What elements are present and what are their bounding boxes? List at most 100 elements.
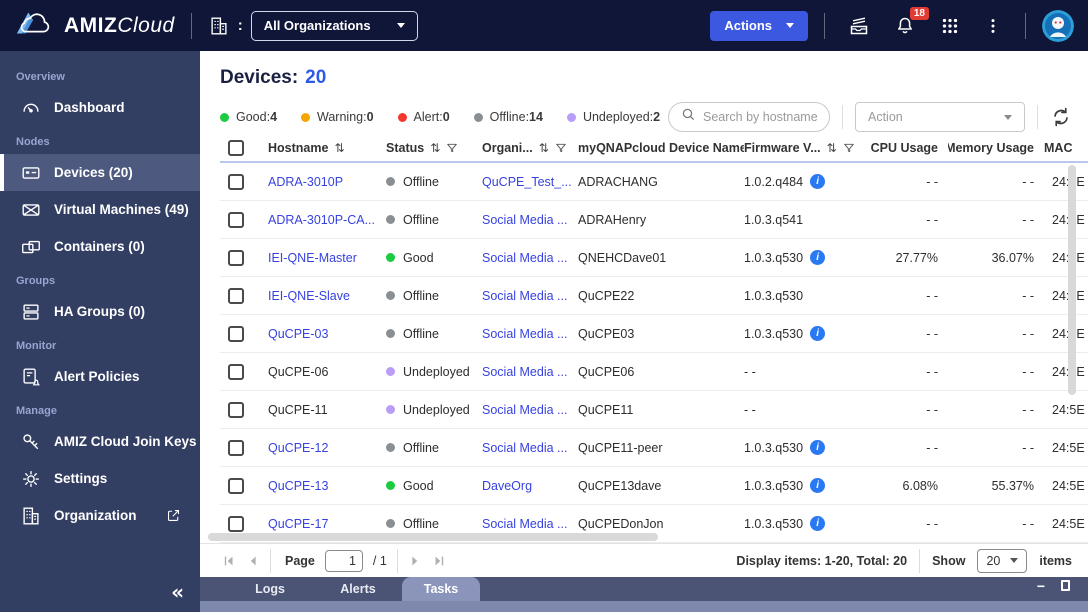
row-checkbox[interactable] [228,249,244,266]
organization-cell[interactable]: Social Media ... [482,441,578,455]
notifications-bell-icon[interactable]: 18 [893,6,929,38]
hostname-cell[interactable]: QuCPE-03 [268,327,386,341]
status-label: Undeployed [403,402,470,417]
info-icon[interactable]: i [810,250,826,265]
info-icon[interactable]: i [810,326,826,341]
sidebar-item-label: Devices (20) [54,165,133,180]
status-dot-good [220,112,229,122]
organization-cell[interactable]: Social Media ... [482,251,578,265]
sidebar-section-label-monitor: Monitor [16,340,57,352]
myqnapcloud-name-cell: QuCPE06 [578,364,635,379]
select-all-checkbox[interactable] [228,140,244,156]
actions-button[interactable]: Actions [710,10,808,41]
cpu-usage-cell: - - [926,326,938,341]
sidebar-item-label: Alert Policies [54,369,140,384]
vertical-scrollbar[interactable] [1068,165,1076,395]
tab-logs[interactable]: Logs [226,577,314,601]
refresh-icon[interactable] [1050,106,1072,128]
organization-cell[interactable]: Social Media ... [482,289,578,303]
row-checkbox[interactable] [228,173,244,190]
hostname-cell[interactable]: QuCPE-12 [268,441,386,455]
filter-icon[interactable] [555,142,567,154]
row-checkbox[interactable] [228,439,244,456]
info-icon[interactable]: i [810,174,826,189]
status-dot-offline [386,329,395,338]
action-dropdown[interactable]: Action [855,102,1025,132]
info-icon[interactable]: i [810,440,826,455]
organization-cell[interactable]: DaveOrg [482,479,578,493]
filter-icon[interactable] [446,142,458,154]
task-queue-icon[interactable] [847,14,871,38]
info-icon[interactable]: i [810,478,826,493]
page-size-selector[interactable]: 20 [977,548,1028,573]
firmware-version: 1.0.3.q530 [744,440,804,455]
organization-icon [208,15,230,37]
hostname-cell[interactable]: QuCPE-13 [268,479,386,493]
filter-icon[interactable] [843,142,855,154]
sidebar-item-organization[interactable]: Organization [0,497,200,534]
last-page-icon[interactable] [432,554,446,568]
alert-policies-icon [20,366,42,388]
row-checkbox[interactable] [228,363,244,380]
hostname-cell[interactable]: ADRA-3010P-CA... [268,213,386,227]
row-checkbox[interactable] [228,325,244,342]
sort-icon[interactable]: ⇅ [539,141,549,155]
app-grid-icon[interactable] [939,15,961,37]
hostname-cell[interactable]: QuCPE-17 [268,517,386,531]
toolbar-divider [1037,105,1038,129]
sort-icon[interactable]: ⇅ [430,141,440,155]
user-avatar[interactable] [1042,9,1074,42]
sidebar-item-ha-groups-0[interactable]: HA Groups (0) [0,293,200,330]
cpu-usage-cell: - - [926,440,938,455]
panel-maximize-icon[interactable] [1061,580,1070,591]
sidebar-item-containers-0[interactable]: Containers (0) [0,228,200,265]
organization-cell[interactable]: Social Media ... [482,365,578,379]
prev-page-icon[interactable] [246,554,260,568]
row-checkbox[interactable] [228,211,244,228]
mac-cell: 24:5E [1044,289,1088,303]
row-checkbox-cell [220,249,268,266]
row-checkbox[interactable] [228,401,244,418]
sidebar-item-dashboard[interactable]: Dashboard [0,89,200,126]
sort-icon[interactable]: ⇅ [334,141,344,155]
sidebar-item-virtual-machines-49[interactable]: Virtual Machines (49) [0,191,200,228]
search-input[interactable] [703,110,821,124]
kebab-menu-icon[interactable] [983,15,1003,37]
hostname-cell[interactable]: IEI-QNE-Master [268,251,386,265]
sidebar-item-alert-policies[interactable]: Alert Policies [0,358,200,395]
column-header-organi: Organi... ⇅ [482,141,578,155]
search-box[interactable] [668,102,830,132]
tab-alerts[interactable]: Alerts [314,577,402,601]
info-icon[interactable]: i [810,516,826,531]
first-page-icon[interactable] [222,554,236,568]
row-checkbox[interactable] [228,477,244,494]
panel-minimize-icon[interactable]: − [1037,579,1045,593]
next-page-icon[interactable] [408,554,422,568]
column-header-hostname: Hostname ⇅ [268,141,386,155]
dashboard-icon [20,97,42,119]
hostname-cell[interactable]: IEI-QNE-Slave [268,289,386,303]
status-chip-undeployed: Undeployed:2 [566,110,660,124]
page-input[interactable] [324,549,363,572]
organization-selector[interactable]: All Organizations [250,10,418,41]
sort-icon[interactable]: ⇅ [827,141,837,155]
sidebar-item-devices-20[interactable]: Devices (20) [0,154,200,191]
sidebar-item-amiz-cloud-join-keys[interactable]: AMIZ Cloud Join Keys [0,423,200,460]
organization-cell[interactable]: Social Media ... [482,327,578,341]
status-label: Offline [403,174,439,189]
sidebar-item-settings[interactable]: Settings [0,460,200,497]
sidebar-section-label-overview: Overview [16,71,65,83]
organization-cell[interactable]: Social Media ... [482,213,578,227]
row-checkbox[interactable] [228,515,244,532]
organization-cell[interactable]: QuCPE_Test_... [482,175,578,189]
status-cell: Offline [386,213,482,227]
table-row: QuCPE-11 Undeployed Social Media ... QuCPE1… [220,391,1088,429]
row-checkbox-cell [220,173,268,190]
horizontal-scrollbar[interactable] [208,533,658,541]
tab-tasks[interactable]: Tasks [402,577,480,601]
organization-cell[interactable]: Social Media ... [482,517,578,531]
row-checkbox[interactable] [228,287,244,304]
sidebar-collapse-button[interactable]: « [171,580,184,604]
hostname-cell[interactable]: ADRA-3010P [268,175,386,189]
organization-cell[interactable]: Social Media ... [482,403,578,417]
